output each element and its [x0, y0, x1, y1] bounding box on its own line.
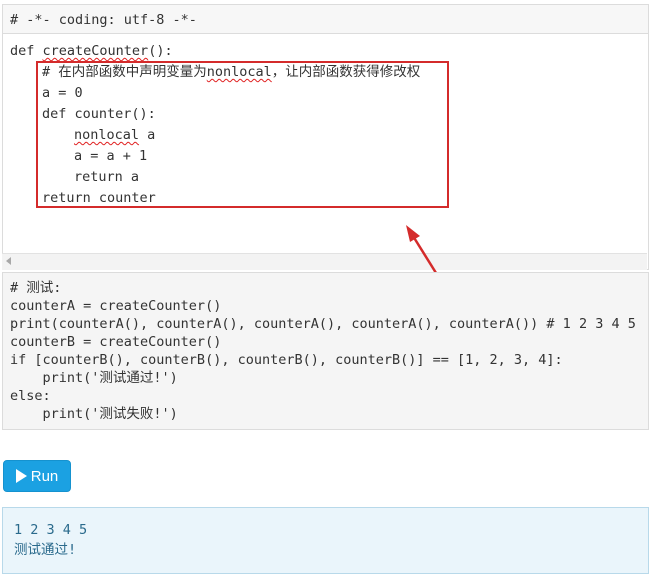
- test-line: counterA = createCounter(): [10, 298, 222, 314]
- encoding-comment: # -*- coding: utf-8 -*-: [10, 12, 197, 28]
- code-header-cell[interactable]: # -*- coding: utf-8 -*-: [2, 4, 649, 34]
- function-name-createcounter: createCounter: [42, 43, 149, 59]
- test-line: print(counterA(), counterA(), counterA()…: [10, 316, 636, 332]
- output-line: 1 2 3 4 5: [14, 522, 88, 538]
- code-line-nonlocal: nonlocal a: [74, 126, 155, 144]
- test-line: print('测试失败!'): [10, 406, 178, 422]
- code-editor[interactable]: def createCounter(): # 在内部函数中声明变量为nonloc…: [2, 34, 649, 270]
- test-line: counterB = createCounter(): [10, 334, 222, 350]
- keyword-nonlocal: nonlocal: [74, 127, 140, 143]
- comment-keyword-nonlocal: nonlocal: [206, 64, 272, 80]
- def-suffix: ():: [148, 43, 173, 59]
- run-button-label: Run: [30, 467, 59, 485]
- code-line-def-createcounter: def createCounter():: [10, 42, 173, 60]
- code-line-comment: # 在内部函数中声明变量为nonlocal，让内部函数获得修改权: [42, 63, 420, 81]
- run-button[interactable]: Run: [3, 460, 71, 492]
- code-line-increment: a = a + 1: [74, 148, 148, 164]
- nonlocal-var: a: [139, 127, 156, 143]
- comment-part-2: ，让内部函数获得修改权: [271, 64, 421, 80]
- output-panel: 1 2 3 4 5 测试通过!: [2, 507, 649, 574]
- test-line: print('测试通过!'): [10, 370, 178, 386]
- comment-part-1: # 在内部函数中声明变量为: [42, 64, 207, 80]
- test-line: # 测试:: [10, 280, 62, 296]
- code-line-def-counter: def counter():: [42, 106, 156, 122]
- scroll-left-arrow-icon[interactable]: [6, 257, 11, 265]
- code-line-return-a: return a: [74, 169, 140, 185]
- output-line: 测试通过!: [14, 542, 77, 558]
- keyword-def: def: [10, 43, 43, 59]
- test-line: if [counterB(), counterB(), counterB(), …: [10, 352, 563, 368]
- code-line-a-init: a = 0: [42, 85, 83, 101]
- test-line: else:: [10, 388, 51, 404]
- horizontal-scrollbar[interactable]: [2, 253, 647, 270]
- play-icon: [15, 469, 27, 483]
- code-line-return-counter: return counter: [42, 190, 156, 206]
- test-code-cell[interactable]: # 测试: counterA = createCounter() print(c…: [2, 272, 649, 430]
